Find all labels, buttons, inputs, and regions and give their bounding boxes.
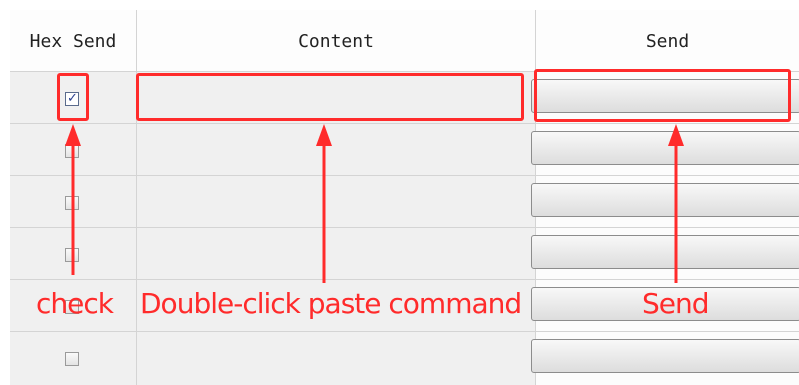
annotation-content: Double-click paste command — [140, 287, 522, 320]
hex-checkbox-row-3[interactable] — [65, 196, 79, 210]
highlight-hex-checkbox — [57, 73, 89, 121]
content-cell-row-4[interactable] — [137, 228, 535, 279]
column-divider — [136, 10, 137, 385]
content-cell-row-6[interactable] — [137, 332, 535, 385]
row-divider — [10, 123, 799, 124]
highlight-send-button — [534, 69, 791, 122]
row-divider — [10, 331, 799, 332]
column-header-content: Content — [137, 10, 535, 72]
annotation-check: check — [36, 287, 114, 320]
highlight-content-cell — [136, 73, 524, 121]
send-button-row-3[interactable] — [531, 183, 799, 217]
hex-checkbox-row-4[interactable] — [65, 248, 79, 262]
hex-checkbox-row-2[interactable] — [65, 144, 79, 158]
content-cell-row-3[interactable] — [137, 176, 535, 227]
content-cell-row-2[interactable] — [137, 124, 535, 175]
column-header-hex-send: Hex Send — [10, 10, 136, 72]
row-divider — [10, 227, 799, 228]
send-button-row-4[interactable] — [531, 235, 799, 269]
row-divider — [10, 175, 799, 176]
row-divider — [10, 279, 799, 280]
send-button-row-2[interactable] — [531, 131, 799, 165]
hex-checkbox-row-6[interactable] — [65, 352, 79, 366]
send-button-row-6[interactable] — [531, 339, 799, 373]
annotation-send: Send — [642, 287, 710, 320]
column-header-send: Send — [536, 10, 799, 72]
